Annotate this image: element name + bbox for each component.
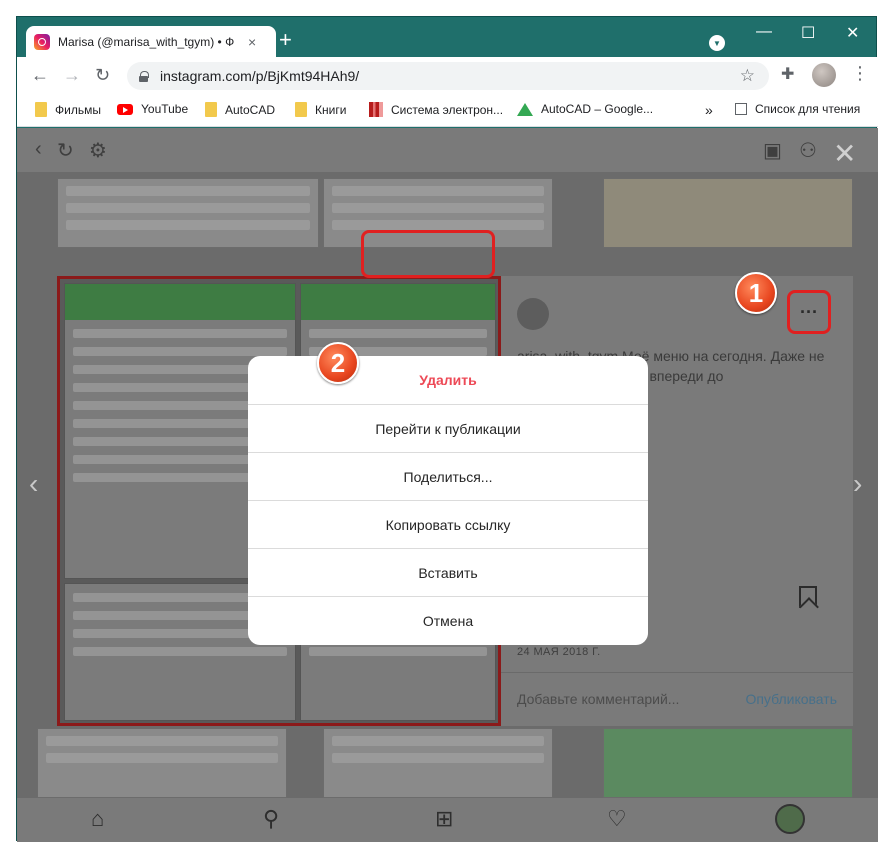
comment-input[interactable]: Добавьте комментарий... (517, 691, 679, 707)
reading-list-label: Список для чтения (755, 102, 861, 116)
step-2-badge: 2 (317, 342, 359, 384)
forward-icon[interactable]: → (63, 65, 81, 85)
drive-icon (517, 102, 533, 116)
comment-bar: Добавьте комментарий... Опубликовать (501, 672, 853, 726)
browser-menu-icon[interactable]: ⋮ (851, 63, 869, 84)
profile-avatar[interactable] (775, 804, 805, 834)
save-bookmark-icon[interactable] (799, 586, 817, 608)
bookmark-knigi[interactable]: Книги (295, 102, 346, 117)
instagram-icon (34, 33, 50, 50)
post-options-dialog: Удалить Перейти к публикации Поделиться.… (248, 356, 648, 645)
new-tab-button[interactable]: + (279, 29, 292, 51)
post-date: 24 МАЯ 2018 Г. (517, 646, 601, 658)
delete-highlight-frame (361, 230, 495, 278)
background-post (603, 728, 853, 798)
publish-button[interactable]: Опубликовать (745, 691, 837, 707)
more-options-button[interactable]: ··· (787, 290, 831, 334)
refresh-icon[interactable]: ↻ (57, 138, 74, 163)
browser-toolbar: ← → ↻ instagram.com/p/BjKmt94HAh9/ ☆ ✚ ⋮ (17, 57, 878, 94)
bookmarks-bar: Фильмы YouTube AutoCAD Книги Система эле… (17, 94, 878, 127)
search-icon[interactable]: ⚲ (263, 806, 279, 832)
bookmark-sistema[interactable]: Система электрон... (369, 102, 503, 117)
browser-window: Marisa (@marisa_with_tgym) • Ф × + ▼ — ☐… (16, 16, 878, 842)
lock-icon[interactable] (139, 70, 149, 82)
bookmark-star-icon[interactable]: ☆ (740, 66, 755, 86)
new-post-icon[interactable]: ⊞ (435, 806, 453, 832)
close-window-button[interactable]: ✕ (846, 23, 859, 43)
home-icon[interactable]: ⌂ (91, 806, 104, 832)
embed-button[interactable]: Вставить (248, 548, 648, 596)
background-post (323, 728, 553, 798)
bookmark-label: Фильмы (55, 102, 101, 117)
profile-avatar[interactable] (812, 63, 836, 87)
next-post-icon[interactable]: › (853, 468, 862, 500)
add-user-icon[interactable]: ⚇ (799, 138, 817, 163)
settings-icon[interactable]: ⚙ (89, 138, 107, 163)
bookmark-autocad-google[interactable]: AutoCAD – Google... (517, 102, 653, 116)
background-post (57, 178, 319, 248)
tab-close-icon[interactable]: × (248, 34, 256, 50)
copy-link-button[interactable]: Копировать ссылку (248, 500, 648, 548)
bookmarks-overflow-button[interactable]: » (705, 102, 713, 118)
bookmark-label: Система электрон... (391, 102, 504, 117)
url-text[interactable]: instagram.com/p/BjKmt94HAh9/ (160, 68, 359, 84)
bookmark-label: YouTube (141, 102, 189, 116)
delete-button[interactable]: Удалить (248, 356, 648, 404)
system-icon (369, 102, 383, 117)
active-tab[interactable]: Marisa (@marisa_with_tgym) • Ф × (26, 26, 276, 57)
share-button[interactable]: Поделиться... (248, 452, 648, 500)
close-post-icon[interactable]: ✕ (833, 140, 856, 168)
heart-icon[interactable]: ♡ (607, 806, 627, 832)
address-bar[interactable]: instagram.com/p/BjKmt94HAh9/ ☆ (127, 62, 769, 90)
extensions-icon[interactable]: ✚ (781, 64, 794, 84)
background-post (603, 178, 853, 248)
youtube-icon (117, 103, 133, 115)
bookmark-label: AutoCAD (225, 102, 276, 117)
bookmark-label: AutoCAD – Google... (541, 102, 654, 116)
tab-search-icon[interactable]: ▼ (709, 35, 725, 51)
bookmark-youtube[interactable]: YouTube (117, 102, 188, 116)
igtv-icon[interactable]: ▣ (763, 138, 782, 163)
reading-list-button[interactable]: Список для чтения (735, 102, 860, 116)
go-to-post-button[interactable]: Перейти к публикации (248, 404, 648, 452)
tab-title: Marisa (@marisa_with_tgym) • Ф (58, 34, 235, 49)
author-avatar[interactable] (517, 298, 549, 330)
ig-top-bar: ‹ ↻ ⚙ ▣ ⚇ (17, 128, 878, 172)
bookmark-filmy[interactable]: Фильмы (35, 102, 101, 117)
step-1-badge: 1 (735, 272, 777, 314)
bookmark-label: Книги (315, 102, 347, 117)
ig-bottom-nav: ⌂ ⚲ ⊞ ♡ (17, 798, 878, 842)
previous-post-icon[interactable]: ‹ (29, 468, 38, 500)
folder-icon (205, 102, 217, 117)
back-icon[interactable]: ← (31, 65, 49, 85)
minimize-button[interactable]: — (756, 23, 772, 41)
maximize-button[interactable]: ☐ (801, 23, 815, 43)
cancel-button[interactable]: Отмена (248, 596, 648, 644)
folder-icon (295, 102, 307, 117)
bookmark-autocad[interactable]: AutoCAD (205, 102, 275, 117)
tab-strip: Marisa (@marisa_with_tgym) • Ф × + ▼ — ☐… (17, 17, 878, 57)
back-icon[interactable]: ‹ (35, 138, 42, 161)
reload-icon[interactable]: ↻ (95, 65, 110, 85)
reading-list-icon (735, 103, 747, 115)
folder-icon (35, 102, 47, 117)
background-post (37, 728, 287, 798)
